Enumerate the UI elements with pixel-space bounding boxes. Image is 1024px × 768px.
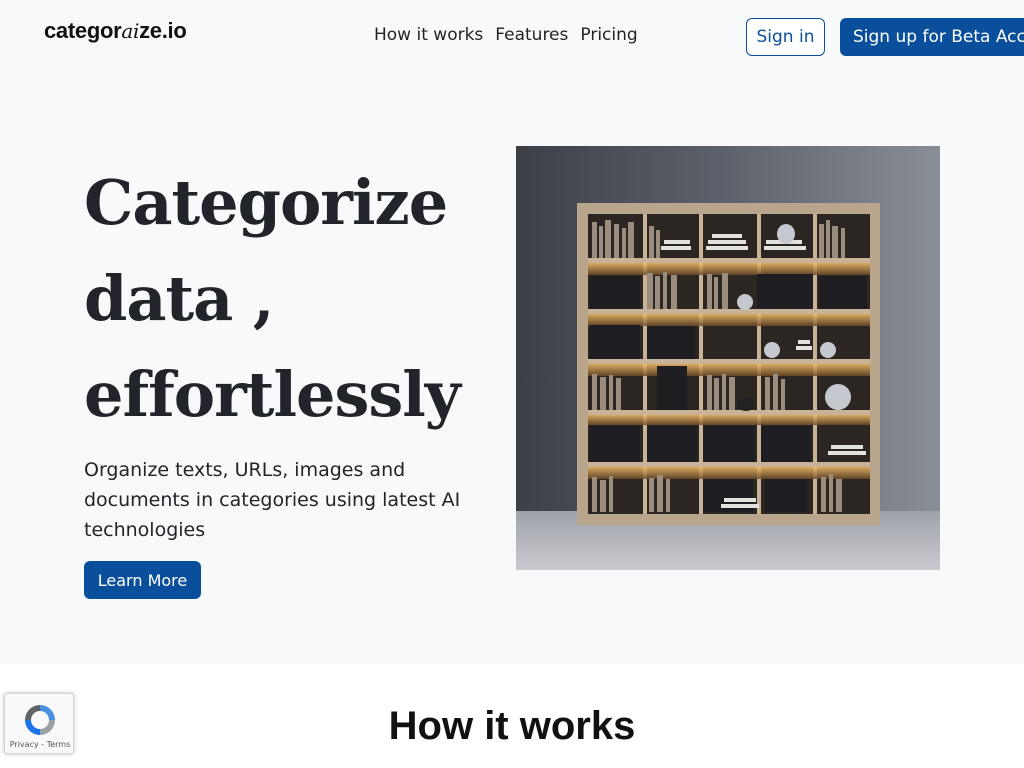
hero-title-line-2: data , [84, 262, 275, 335]
nav-link-how-it-works[interactable]: How it works [374, 25, 483, 45]
nav-links: How it works Features Pricing [374, 25, 650, 45]
sign-in-button[interactable]: Sign in [746, 18, 825, 56]
logo-ai: ai [121, 19, 140, 43]
hero-title-line-1: Categorize [84, 166, 448, 239]
recaptcha-links: Privacy - Terms [5, 740, 75, 749]
how-it-works-section: How it works [0, 664, 1024, 768]
hero-subtitle: Organize texts, URLs, images and documen… [84, 459, 461, 541]
logo-suffix: ze.io [139, 18, 187, 43]
recaptcha-terms-link[interactable]: Terms [47, 740, 71, 749]
logo-prefix: categor [44, 18, 122, 43]
hero-title-line-3: effortlessly [84, 358, 461, 431]
recaptcha-icon [25, 705, 55, 735]
recaptcha-privacy-link[interactable]: Privacy [10, 740, 39, 749]
how-it-works-title: How it works [388, 704, 636, 748]
hero-title: Categorize data , effortlessly [84, 155, 504, 443]
sign-up-beta-button[interactable]: Sign up for Beta Access [840, 18, 1024, 56]
nav-link-pricing[interactable]: Pricing [580, 25, 637, 45]
navbar: categoraize.io How it works Features Prici… [0, 0, 1024, 72]
recaptcha-separator: - [38, 740, 47, 749]
nav-link-features[interactable]: Features [495, 25, 568, 45]
logo[interactable]: categoraize.io [44, 18, 187, 44]
recaptcha-badge[interactable]: Privacy - Terms [4, 693, 74, 754]
learn-more-button[interactable]: Learn More [84, 561, 201, 599]
hero-bookshelf-image [516, 146, 940, 570]
